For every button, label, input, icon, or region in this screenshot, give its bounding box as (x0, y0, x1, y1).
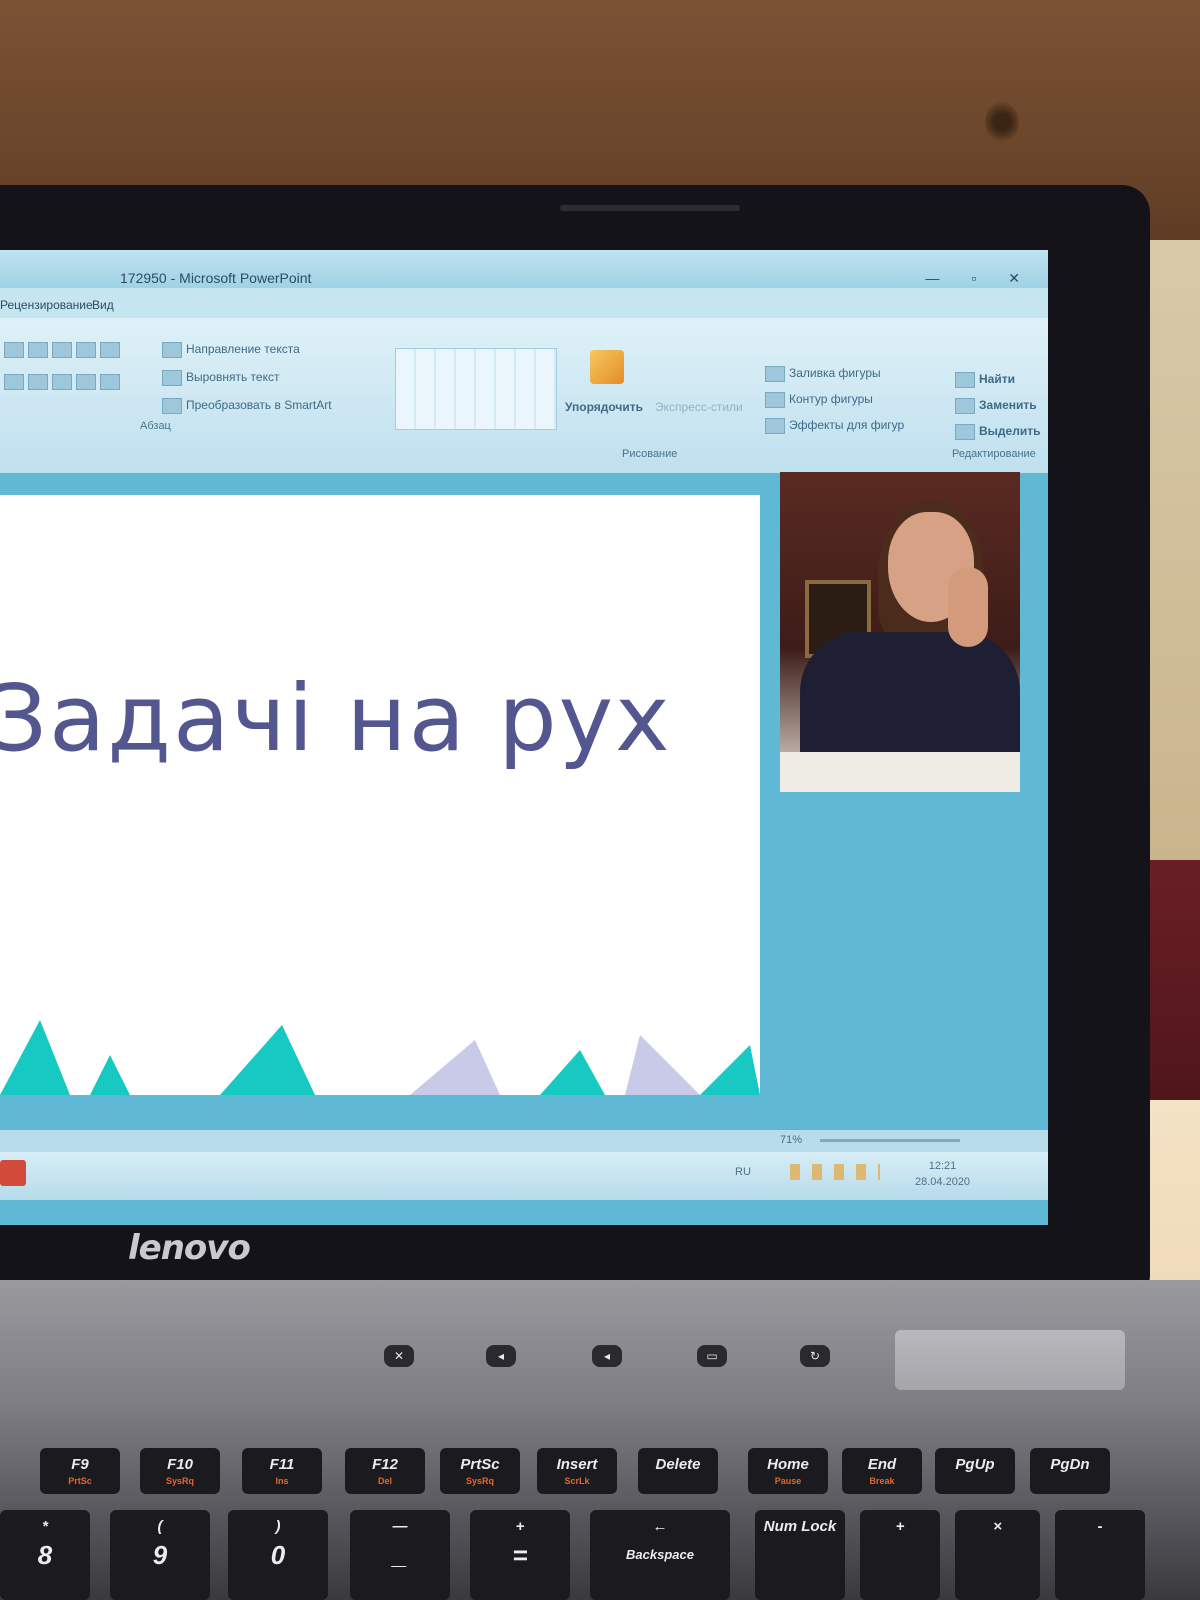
window-titlebar: 172950 - Microsoft PowerPoint — ▫ ✕ (0, 250, 1048, 288)
key-f9[interactable]: F9 PrtSc (40, 1448, 120, 1494)
touch-strip[interactable] (895, 1330, 1125, 1390)
decorative-triangles (0, 1020, 760, 1095)
volume-up-key-icon[interactable]: ◂ (592, 1345, 622, 1367)
clock-time: 12:21 (928, 1160, 957, 1172)
person-body (800, 632, 1020, 772)
find-button[interactable]: Найти (955, 372, 1015, 388)
wall-knot (985, 102, 1019, 142)
drawing-group-label: Рисование (622, 448, 678, 460)
key-f10[interactable]: F10 SysRq (140, 1448, 220, 1494)
binoculars-icon (955, 372, 975, 388)
arrange-icon (590, 350, 624, 384)
zoom-level[interactable]: 71% (780, 1134, 802, 1146)
tab-review[interactable]: Рецензирование (0, 298, 93, 312)
key-prtsc[interactable]: PrtSc SysRq (440, 1448, 520, 1494)
key-row2-1[interactable]: (9 (110, 1510, 210, 1600)
key-home[interactable]: Home Pause (748, 1448, 828, 1494)
key-pgup[interactable]: PgUp (935, 1448, 1015, 1494)
align-text-icon (162, 370, 182, 386)
key-row2-4[interactable]: + = (470, 1510, 570, 1600)
key-row2-5[interactable]: ← Backspace (590, 1510, 730, 1600)
key-row2-2[interactable]: ) 0 (228, 1510, 328, 1600)
key-row2-9[interactable]: - (1055, 1510, 1145, 1600)
text-direction-button[interactable]: Направление текста (162, 342, 300, 358)
language-indicator[interactable]: RU (735, 1166, 751, 1178)
window-title: 172950 - Microsoft PowerPoint (120, 270, 312, 286)
shape-fill-button[interactable]: Заливка фигуры (765, 366, 881, 382)
key-f11[interactable]: F11 Ins (242, 1448, 322, 1494)
display-key-icon[interactable]: ▭ (697, 1345, 727, 1367)
webcam-video[interactable] (780, 472, 1020, 792)
ribbon-tabs: Рецензирование Вид (0, 288, 1048, 318)
status-bar: 71% (0, 1130, 1048, 1152)
cursor-icon (955, 424, 975, 440)
key-row2-3[interactable]: — _ (350, 1510, 450, 1600)
smartart-button[interactable]: Преобразовать в SmartArt (162, 398, 332, 414)
person-hand (948, 567, 988, 647)
shape-effects-button[interactable]: Эффекты для фигур (765, 418, 904, 434)
key-pgdn[interactable]: PgDn (1030, 1448, 1110, 1494)
laptop-screen: 172950 - Microsoft PowerPoint — ▫ ✕ Реце… (0, 250, 1048, 1225)
key-end[interactable]: End Break (842, 1448, 922, 1494)
shape-outline-button[interactable]: Контур фигуры (765, 392, 873, 408)
editing-group-label: Редактирование (952, 448, 1036, 460)
power-key-icon[interactable]: ↻ (800, 1345, 830, 1367)
text-direction-icon (162, 342, 182, 358)
list-buttons[interactable] (4, 342, 124, 358)
effects-icon (765, 418, 785, 434)
smartart-icon (162, 398, 182, 414)
paper-sheet (780, 752, 1020, 792)
arrange-button[interactable]: Упорядочить (565, 400, 643, 414)
paint-bucket-icon (765, 366, 785, 382)
slide-canvas[interactable]: Задачі на рух (0, 495, 760, 1095)
zoom-slider[interactable] (820, 1139, 960, 1142)
key-row2-0[interactable]: * 8 (0, 1510, 90, 1600)
tab-view[interactable]: Вид (92, 298, 114, 312)
window-controls[interactable]: — ▫ ✕ (926, 270, 1034, 287)
tray-icons[interactable] (790, 1164, 880, 1180)
ribbon: Направление текста Выровнять текст Преоб… (0, 318, 1048, 473)
key-delete[interactable]: Delete (638, 1448, 718, 1494)
powerpoint-taskbar-icon[interactable] (0, 1160, 26, 1186)
replace-button[interactable]: Заменить (955, 398, 1037, 414)
pen-icon (765, 392, 785, 408)
shapes-gallery[interactable] (395, 348, 557, 430)
clock-date: 28.04.2020 (915, 1176, 971, 1188)
key-row2-7[interactable]: + (860, 1510, 940, 1600)
key-row2-6[interactable]: Num Lock (755, 1510, 845, 1600)
key-insert[interactable]: Insert ScrLk (537, 1448, 617, 1494)
key-row2-8[interactable]: × (955, 1510, 1040, 1600)
clock[interactable]: 12:21 28.04.2020 (915, 1158, 970, 1190)
taskbar: RU 12:21 28.04.2020 (0, 1152, 1048, 1200)
lenovo-logo: lenovo (128, 1228, 251, 1268)
key-f12[interactable]: F12 Del (345, 1448, 425, 1494)
replace-icon (955, 398, 975, 414)
volume-down-key-icon[interactable]: ◂ (486, 1345, 516, 1367)
quick-styles-button[interactable]: Экспресс-стили (655, 400, 743, 414)
select-button[interactable]: Выделить (955, 424, 1040, 440)
mute-key-icon[interactable]: ✕ (384, 1345, 414, 1367)
paragraph-group-label: Абзац (140, 420, 171, 432)
webcam-slot (560, 205, 740, 211)
align-text-button[interactable]: Выровнять текст (162, 370, 279, 386)
align-buttons[interactable] (4, 374, 124, 390)
